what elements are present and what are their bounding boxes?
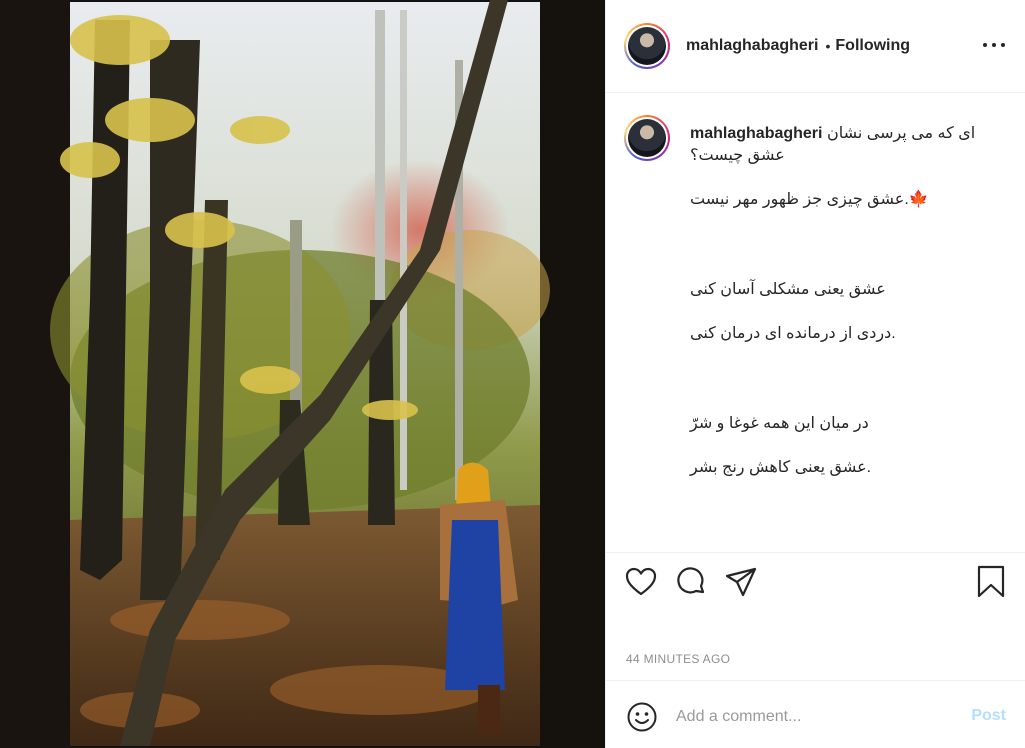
smiley-icon[interactable]	[626, 701, 658, 733]
caption-line-7: عشق یعنی کاهش رنج بشر.	[690, 459, 872, 476]
caption-line-4: عشق یعنی مشکلی آسان کنی	[690, 281, 886, 298]
caption-section: mahlaghabagheri ای که می پرسی نشان عشق چ…	[606, 93, 1025, 553]
comment-icon[interactable]	[674, 565, 708, 599]
forest-photo	[0, 0, 605, 748]
post-button[interactable]: Post	[971, 707, 1006, 725]
maple-leaf-icon: 🍁	[908, 191, 929, 208]
comment-input[interactable]	[676, 699, 956, 735]
avatar[interactable]	[624, 23, 670, 69]
separator-dot: •	[825, 38, 831, 54]
caption-line-3: عشق چیزی جز ظهور مهر نیست.🍁	[690, 191, 929, 208]
action-bar	[606, 565, 1025, 607]
header-username[interactable]: mahlaghabagheri	[686, 37, 818, 55]
caption-line-2: عشق چیست؟	[690, 147, 785, 164]
caption-line-1: mahlaghabagheri ای که می پرسی نشان	[690, 123, 975, 143]
caption-line-5: دردی از درمانده ای درمان کنی.	[690, 325, 896, 342]
caption-line-6: در میان این همه غوغا و شرّ	[690, 415, 869, 432]
post-timestamp[interactable]: 44 MINUTES AGO	[626, 652, 730, 666]
caption-avatar[interactable]	[624, 115, 670, 161]
post-photo[interactable]	[0, 0, 605, 748]
post-detail-panel: mahlaghabagheri • Following mahlaghabagh…	[605, 0, 1025, 748]
comment-bar: Post	[606, 680, 1025, 748]
caption-text: ای که می پرسی نشان	[826, 125, 976, 142]
paper-plane-icon[interactable]	[724, 565, 758, 599]
caption-username[interactable]: mahlaghabagheri	[690, 125, 822, 142]
more-options-icon[interactable]	[983, 38, 1005, 52]
post-header: mahlaghabagheri • Following	[606, 0, 1025, 93]
bookmark-icon[interactable]	[974, 565, 1008, 599]
follow-button[interactable]: Following	[835, 37, 910, 55]
heart-icon[interactable]	[624, 565, 658, 599]
